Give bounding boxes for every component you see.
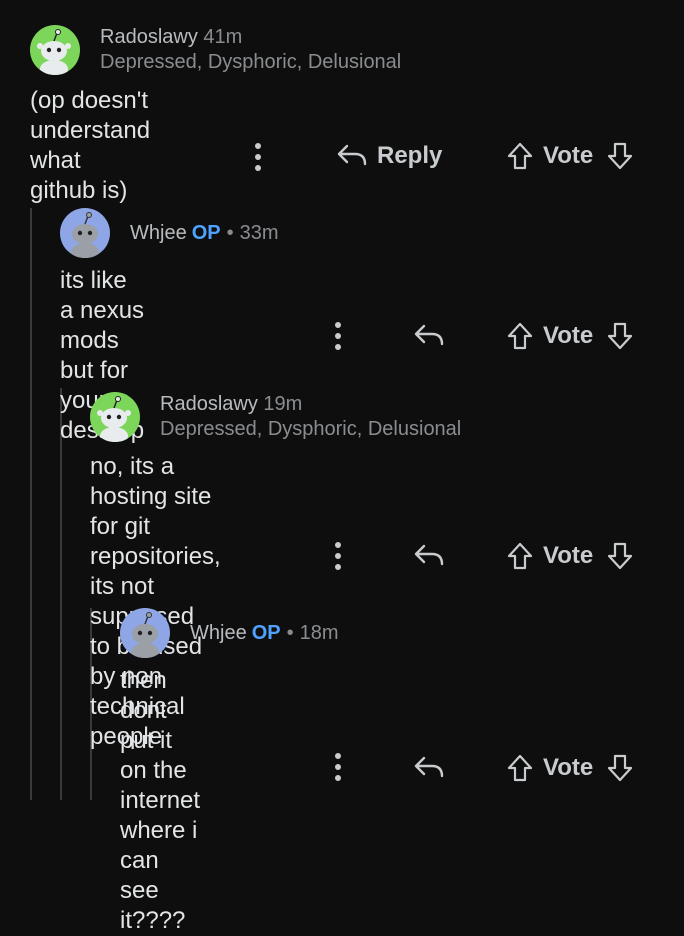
upvote-arrow-icon[interactable] — [507, 542, 533, 570]
upvote-arrow-icon[interactable] — [507, 322, 533, 350]
comment-body: (op doesn't understand what github is) — [30, 87, 157, 204]
more-options-icon[interactable] — [335, 753, 343, 786]
reply-button[interactable] — [412, 752, 446, 784]
upvote-arrow-icon[interactable] — [507, 754, 533, 782]
reply-arrow-icon — [414, 756, 444, 778]
username[interactable]: Whjee — [130, 222, 187, 244]
reply-button[interactable] — [412, 320, 446, 352]
comment-header: Radoslawy 19m Depressed, Dysphoric, Delu… — [90, 392, 461, 442]
reply-arrow-icon — [414, 324, 444, 346]
comment-header: Radoslawy 41m Depressed, Dysphoric, Delu… — [30, 25, 401, 75]
reply-label: Reply — [377, 142, 443, 169]
username[interactable]: Radoslawy — [160, 393, 258, 415]
snoo-avatar-icon[interactable] — [30, 25, 80, 75]
vote-control: Vote — [507, 752, 633, 784]
vote-label: Vote — [543, 542, 594, 569]
separator-dot: • — [286, 622, 294, 644]
comment-header: Whjee OP • 33m — [60, 208, 279, 258]
reply-button[interactable] — [412, 540, 446, 572]
timestamp: 18m — [299, 622, 339, 644]
timestamp: 33m — [239, 222, 279, 244]
more-options-icon[interactable] — [335, 542, 343, 575]
user-flair: Depressed, Dysphoric, Delusional — [160, 418, 462, 440]
vote-label: Vote — [543, 142, 594, 169]
more-options-icon[interactable] — [255, 143, 263, 176]
vote-label: Vote — [543, 322, 594, 349]
upvote-arrow-icon[interactable] — [507, 142, 533, 170]
downvote-arrow-icon[interactable] — [607, 322, 633, 350]
downvote-arrow-icon[interactable] — [607, 142, 633, 170]
comment-body: then dont put it on the internet where i… — [120, 667, 201, 934]
snoo-avatar-icon[interactable] — [90, 392, 140, 442]
username[interactable]: Radoslawy — [100, 26, 198, 48]
downvote-arrow-icon[interactable] — [607, 754, 633, 782]
more-options-icon[interactable] — [335, 322, 343, 355]
timestamp: 41m — [203, 26, 243, 48]
vote-control: Vote — [507, 140, 633, 172]
downvote-arrow-icon[interactable] — [607, 542, 633, 570]
thread-line-level-1 — [30, 208, 32, 800]
vote-label: Vote — [543, 754, 594, 781]
user-flair: Depressed, Dysphoric, Delusional — [100, 51, 402, 73]
separator-dot: • — [226, 222, 234, 244]
username[interactable]: Whjee — [190, 622, 247, 644]
comment-header: Whjee OP • 18m — [120, 608, 339, 658]
vote-control: Vote — [507, 540, 633, 572]
op-badge: OP — [251, 622, 281, 644]
timestamp: 19m — [263, 393, 303, 415]
snoo-avatar-icon[interactable] — [120, 608, 170, 658]
reply-arrow-icon — [337, 144, 367, 166]
vote-control: Vote — [507, 320, 633, 352]
snoo-avatar-icon[interactable] — [60, 208, 110, 258]
op-badge: OP — [191, 222, 221, 244]
reply-button[interactable]: Reply — [335, 140, 442, 172]
thread-line-level-2 — [60, 388, 62, 800]
reply-arrow-icon — [414, 544, 444, 566]
